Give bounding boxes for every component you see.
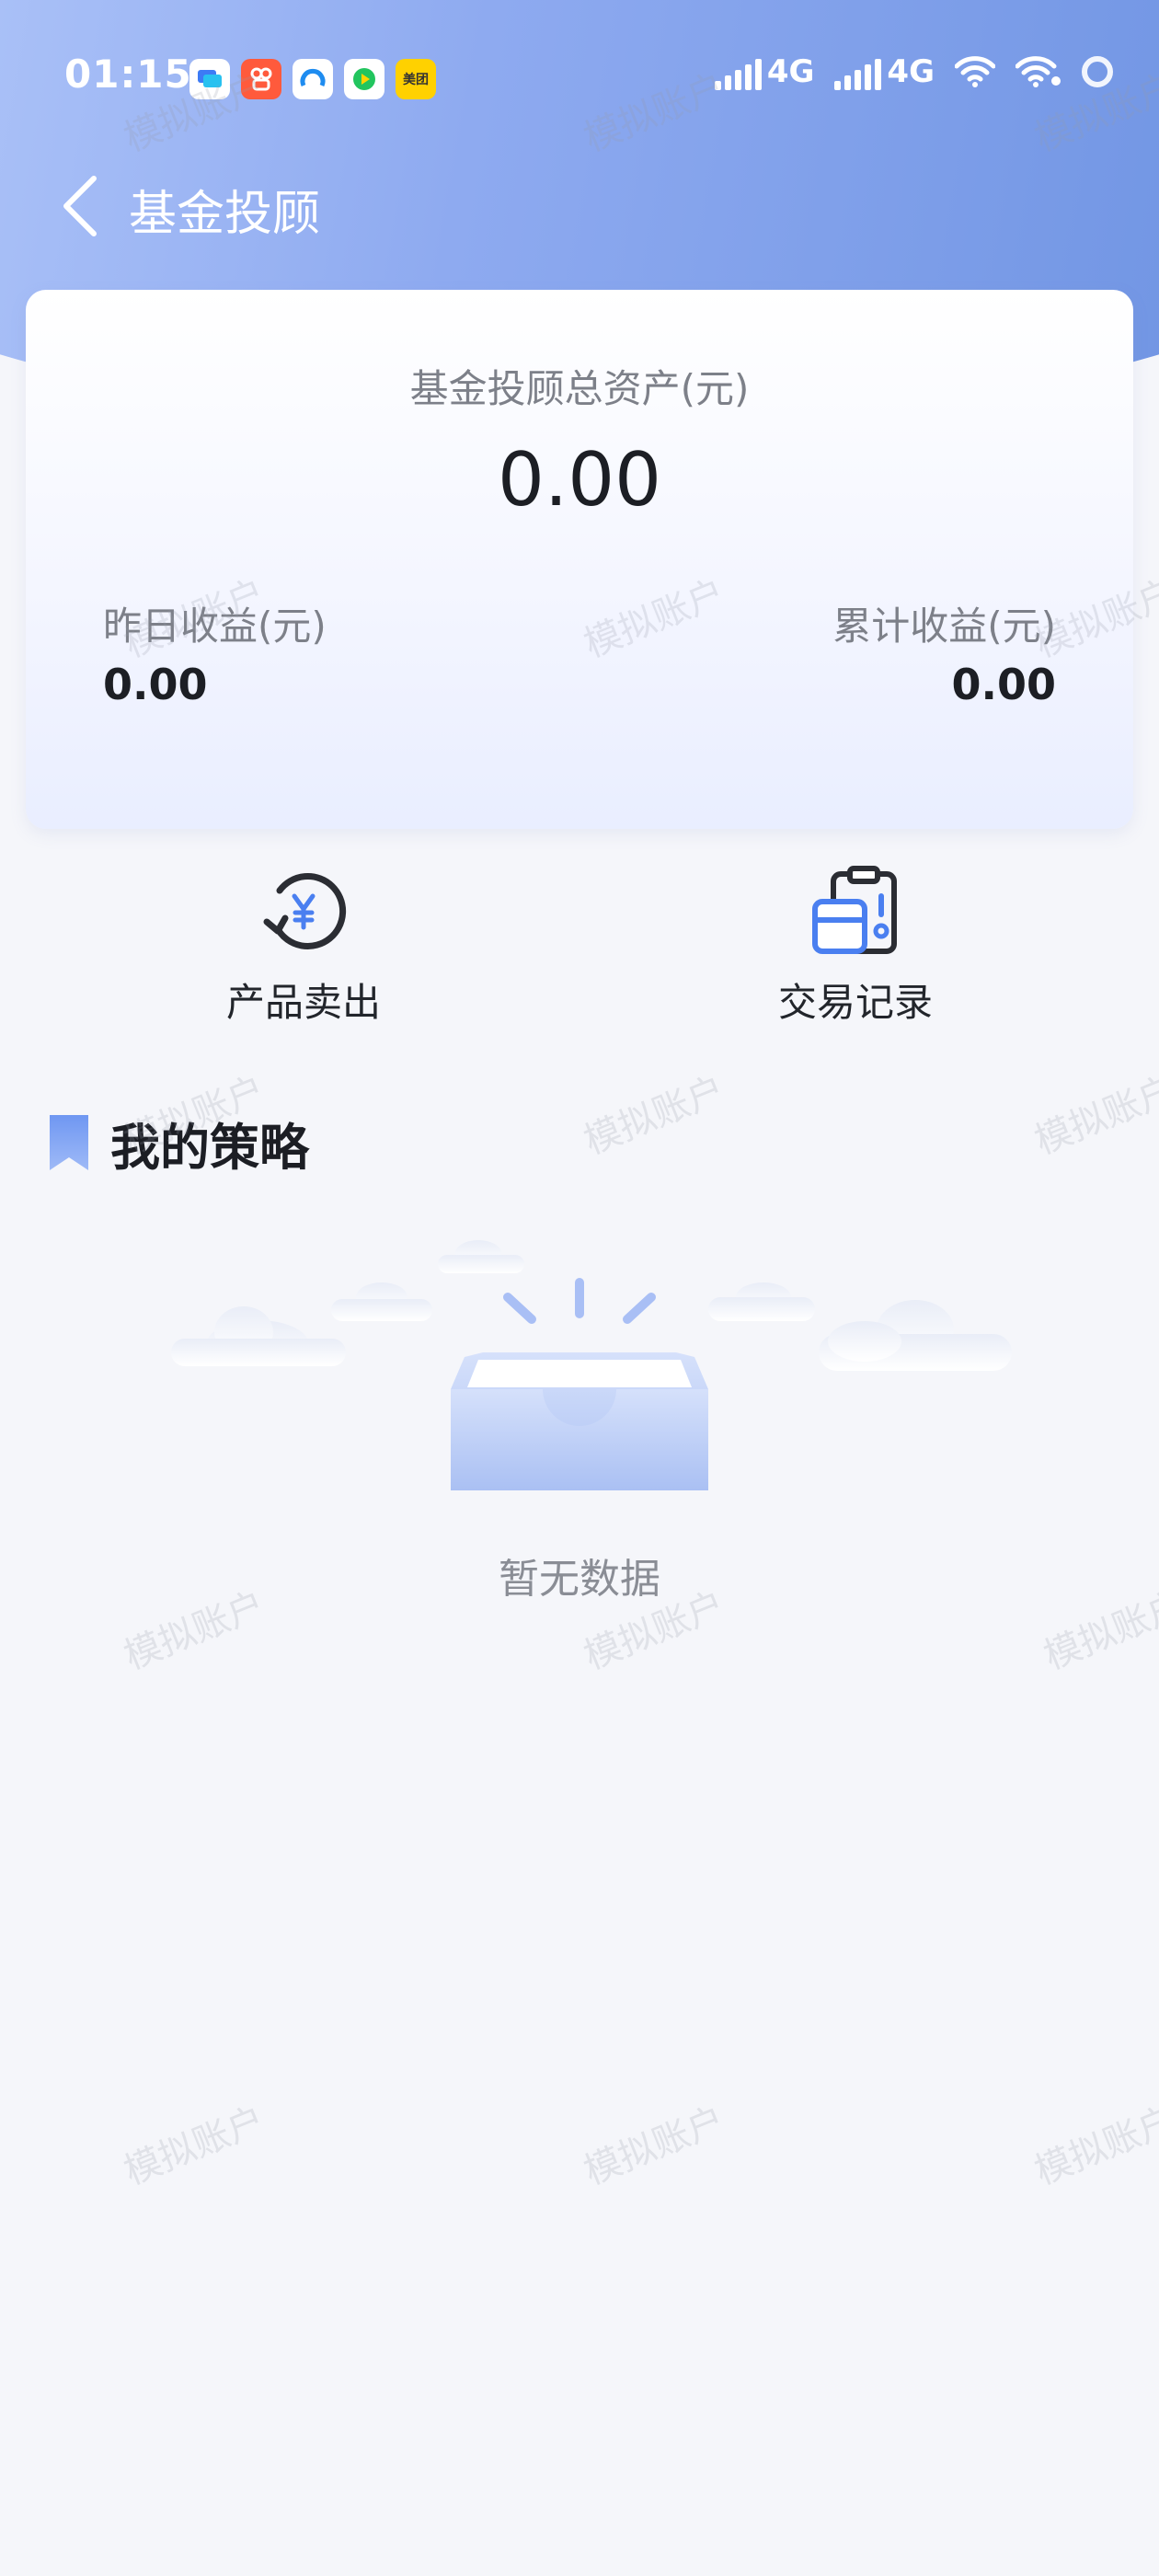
asset-summary-card: 基金投顾总资产(元) 0.00 昨日收益(元) 0.00 累计收益(元) 0.0…	[26, 290, 1133, 829]
bookmark-icon	[50, 1115, 88, 1170]
signal-2: 4G	[834, 53, 935, 90]
network-type: 4G	[887, 53, 935, 90]
watermark: 模拟账户	[1028, 1068, 1159, 1164]
total-assets-value: 0.00	[497, 437, 662, 523]
meituan-app-icon: 美团	[396, 59, 436, 99]
watermark: 模拟账户	[578, 1068, 731, 1164]
browser-app-icon	[293, 59, 333, 99]
cloud-right	[819, 1300, 1012, 1371]
records-clipboard-icon	[812, 866, 897, 954]
product-sell-label: 产品卖出	[225, 980, 381, 1025]
signal-1: 4G	[714, 53, 815, 90]
transaction-records-button[interactable]: 交易记录	[717, 865, 993, 1049]
product-sell-button[interactable]: 产品卖出	[166, 865, 442, 1049]
watermark: 模拟账户	[1028, 2099, 1159, 2194]
yesterday-earnings-value: 0.00	[103, 660, 208, 709]
wifi-calling-icon	[1016, 56, 1061, 87]
empty-state-text: 暂无数据	[499, 1556, 660, 1603]
transaction-records-label: 交易记录	[777, 980, 933, 1025]
watermark: 模拟账户	[578, 2099, 731, 2194]
watermark: 模拟账户	[118, 2099, 271, 2194]
signal-bars-icon	[834, 57, 882, 90]
status-indicators: 4G 4G	[714, 53, 1113, 90]
sell-yuan-icon	[263, 873, 347, 949]
cloud-left	[171, 1306, 346, 1366]
video-app-icon	[344, 59, 384, 99]
empty-inbox-illustration	[171, 1240, 1012, 1490]
back-arrow-icon[interactable]	[57, 173, 109, 239]
wifi-icon	[955, 56, 995, 87]
nav-bar: 基金投顾	[0, 156, 1159, 248]
page-title: 基金投顾	[129, 187, 321, 242]
total-assets-label: 基金投顾总资产(元)	[409, 366, 750, 411]
network-type: 4G	[766, 53, 815, 90]
cumulative-earnings-label: 累计收益(元)	[832, 604, 1056, 649]
cumulative-earnings-value: 0.00	[951, 660, 1057, 709]
